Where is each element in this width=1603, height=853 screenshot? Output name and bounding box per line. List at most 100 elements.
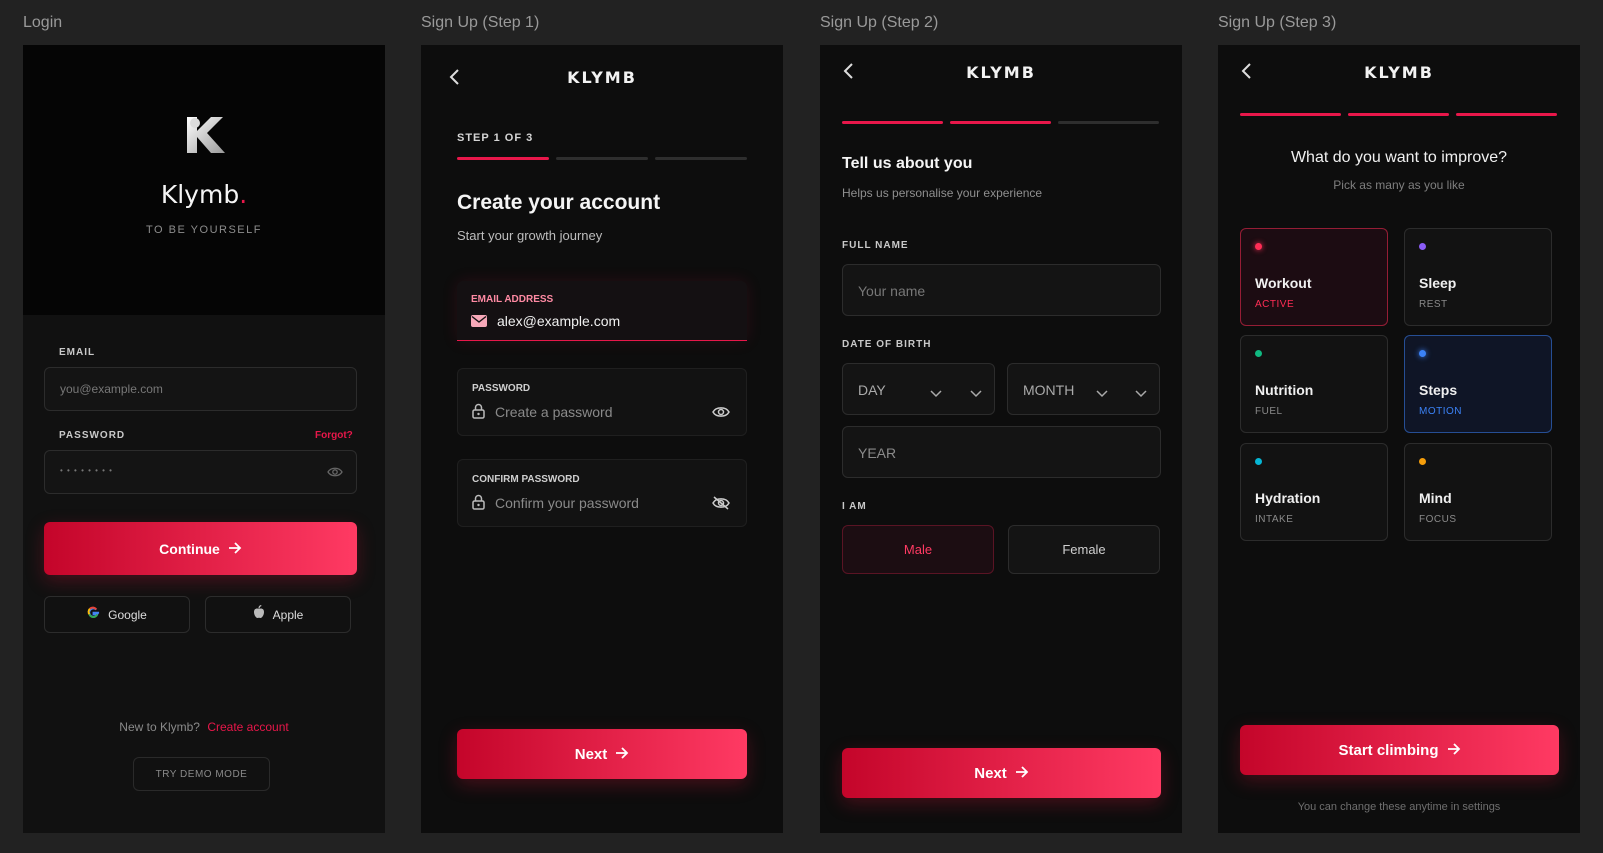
frame-title-step1: Sign Up (Step 1) xyxy=(421,14,540,31)
email-field[interactable]: EMAIL ADDRESS alex@example.com xyxy=(457,281,747,341)
goal-dot-icon xyxy=(1419,350,1426,357)
password-placeholder: Create a password xyxy=(495,404,613,420)
gender-female-option[interactable]: Female xyxy=(1008,525,1160,574)
gender-male-option[interactable]: Male xyxy=(842,525,994,574)
new-to-klymb-text: New to Klymb? xyxy=(119,720,200,734)
lock-icon xyxy=(472,403,485,424)
goal-card-subtitle: MOTION xyxy=(1419,406,1462,417)
progress-segment-1 xyxy=(1240,113,1341,116)
eye-icon[interactable] xyxy=(327,465,343,484)
continue-label: Continue xyxy=(159,540,220,557)
login-tagline: TO BE YOURSELF xyxy=(146,224,262,236)
header-brand: KLYMB xyxy=(1364,63,1434,82)
page-subtitle: Start your growth journey xyxy=(457,228,603,243)
full-name-field[interactable]: Your name xyxy=(842,264,1161,316)
progress-segment-1 xyxy=(457,157,549,160)
klymb-logo-icon xyxy=(181,113,227,157)
page-title: Create your account xyxy=(457,191,661,214)
progress-segment-3 xyxy=(655,157,747,160)
google-button[interactable]: Google xyxy=(44,596,190,633)
apple-button[interactable]: Apple xyxy=(205,596,351,633)
day-select[interactable]: DAY xyxy=(842,363,995,415)
arrow-right-icon xyxy=(228,541,242,557)
demo-mode-button[interactable]: TRY DEMO MODE xyxy=(133,757,270,791)
eye-icon[interactable] xyxy=(712,405,730,424)
goal-dot-icon xyxy=(1255,350,1262,357)
year-placeholder: YEAR xyxy=(858,445,897,461)
goal-card-title: Hydration xyxy=(1255,490,1321,506)
arrow-right-icon xyxy=(1447,742,1461,759)
password-mask: • • • • • • • • xyxy=(60,466,113,475)
password-field[interactable]: • • • • • • • • xyxy=(44,450,357,494)
email-value: alex@example.com xyxy=(497,313,621,329)
email-field[interactable]: you@example.com xyxy=(44,367,357,411)
google-icon xyxy=(87,606,100,624)
goal-dot-icon xyxy=(1419,458,1426,465)
confirm-password-field[interactable]: CONFIRM PASSWORD Confirm your password xyxy=(457,459,747,527)
goal-card-hydration[interactable]: Hydration INTAKE xyxy=(1240,443,1388,541)
arrow-right-icon xyxy=(1015,765,1029,782)
eye-off-icon[interactable] xyxy=(712,496,730,515)
mail-icon xyxy=(471,314,487,332)
signup-prompt: New to Klymb? Create account xyxy=(23,720,385,734)
signup-step1-screen: KLYMB STEP 1 OF 3 Create your account St… xyxy=(421,45,783,833)
forgot-link[interactable]: Forgot? xyxy=(315,430,353,441)
goal-card-workout[interactable]: Workout ACTIVE xyxy=(1240,228,1388,326)
year-field[interactable]: YEAR xyxy=(842,426,1161,478)
header-brand: KLYMB xyxy=(567,68,637,87)
login-brand: Klymb. xyxy=(23,180,385,209)
gender-label: I AM xyxy=(842,501,867,512)
goal-card-title: Mind xyxy=(1419,490,1452,506)
goal-card-title: Steps xyxy=(1419,382,1458,398)
goal-card-title: Sleep xyxy=(1419,275,1457,291)
progress-segment-3 xyxy=(1058,121,1159,124)
progress-segment-2 xyxy=(556,157,648,160)
signup-step2-screen: KLYMB Tell us about you Helps us persona… xyxy=(820,45,1182,833)
progress-segment-2 xyxy=(1348,113,1449,116)
dob-label: DATE OF BIRTH xyxy=(842,339,932,350)
next-button[interactable]: Next xyxy=(842,748,1161,798)
next-label: Next xyxy=(574,745,608,763)
confirm-password-label: CONFIRM PASSWORD xyxy=(472,474,580,485)
settings-footnote: You can change these anytime in settings xyxy=(1297,801,1501,813)
password-label: PASSWORD xyxy=(59,430,126,441)
chevron-down-icon xyxy=(1135,385,1147,403)
goal-card-mind[interactable]: Mind FOCUS xyxy=(1404,443,1552,541)
login-screen: Klymb. TO BE YOURSELF EMAIL you@example.… xyxy=(23,45,385,833)
page-title: Tell us about you xyxy=(842,155,973,172)
chevron-down-icon xyxy=(1096,385,1108,403)
signup-step3-screen: KLYMB What do you want to improve? Pick … xyxy=(1218,45,1580,833)
frame-title-step2: Sign Up (Step 2) xyxy=(820,14,939,31)
header-brand: KLYMB xyxy=(966,63,1036,82)
login-brand-dot: . xyxy=(239,180,248,209)
create-account-link[interactable]: Create account xyxy=(207,720,288,734)
goal-card-subtitle: FOCUS xyxy=(1419,514,1457,525)
page-subtitle: Pick as many as you like xyxy=(1333,178,1465,192)
goal-card-steps[interactable]: Steps MOTION xyxy=(1404,335,1552,433)
goal-card-subtitle: ACTIVE xyxy=(1255,299,1295,310)
progress-segment-3 xyxy=(1456,113,1557,116)
goal-dot-icon xyxy=(1255,458,1262,465)
start-climbing-button[interactable]: Start climbing xyxy=(1240,725,1559,775)
next-button[interactable]: Next xyxy=(457,729,747,779)
confirm-password-placeholder: Confirm your password xyxy=(495,495,639,511)
password-field[interactable]: PASSWORD Create a password xyxy=(457,368,747,436)
password-label: PASSWORD xyxy=(472,383,531,394)
frame-title-step3: Sign Up (Step 3) xyxy=(1218,14,1337,31)
day-placeholder: DAY xyxy=(858,382,886,398)
arrow-right-icon xyxy=(615,746,629,763)
progress-segment-1 xyxy=(842,121,943,124)
goal-card-sleep[interactable]: Sleep REST xyxy=(1404,228,1552,326)
month-select[interactable]: MONTH xyxy=(1007,363,1160,415)
email-label: EMAIL xyxy=(59,347,96,358)
lock-icon xyxy=(472,494,485,515)
goal-dot-icon xyxy=(1419,243,1426,250)
frame-title-login: Login xyxy=(23,14,63,31)
apple-label: Apple xyxy=(272,607,304,622)
continue-button[interactable]: Continue xyxy=(44,522,357,575)
goal-dot-icon xyxy=(1255,243,1262,250)
goal-card-title: Workout xyxy=(1255,275,1312,291)
next-label: Next xyxy=(974,764,1007,782)
goal-card-nutrition[interactable]: Nutrition FUEL xyxy=(1240,335,1388,433)
progress-segment-2 xyxy=(950,121,1051,124)
